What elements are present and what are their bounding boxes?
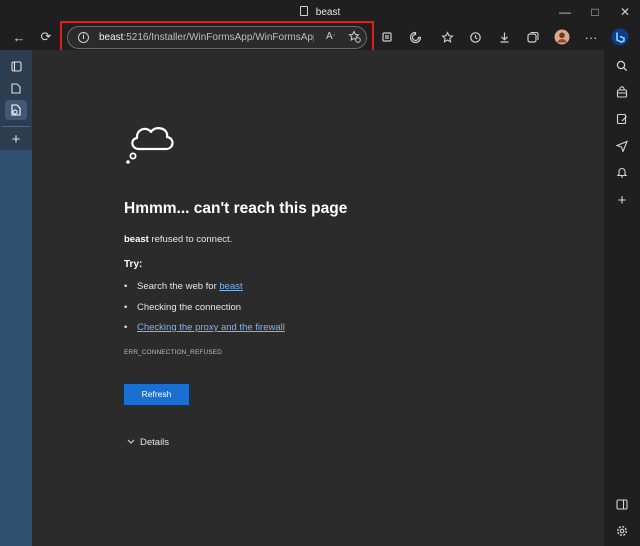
details-toggle[interactable]: Details [127, 437, 169, 448]
details-label: Details [140, 437, 170, 448]
tab-actions-icon[interactable] [5, 56, 27, 76]
proxy-firewall-link[interactable]: Checking the proxy and the firewall [137, 322, 285, 333]
url-host: beast [99, 32, 124, 43]
suggestion-proxy: • Checking the proxy and the firewall [124, 322, 285, 333]
refresh-button[interactable]: Refresh [124, 384, 189, 405]
vertical-tabs-rail: + [0, 50, 32, 546]
tab-page-icon[interactable] [5, 78, 27, 98]
page-icon [299, 6, 308, 16]
right-sidebar: + [604, 50, 640, 546]
suggestion-connection: • Checking the connection [124, 302, 241, 313]
add-favorite-icon[interactable] [348, 30, 361, 46]
bullet: • [124, 302, 128, 313]
error-host: beast [124, 234, 149, 245]
extensions-icon[interactable] [404, 26, 426, 48]
copilot-icon[interactable] [609, 26, 631, 48]
error-page: Hmmm... can't reach this page beast refu… [32, 50, 604, 546]
read-aloud-icon[interactable]: Aᐧ [326, 31, 335, 42]
tab-active-page-icon[interactable] [5, 100, 27, 120]
search-icon[interactable] [611, 56, 633, 76]
send-icon[interactable] [611, 136, 633, 156]
maximize-button[interactable]: □ [580, 0, 610, 24]
address-bar[interactable]: i beast:5216/Installer/WinFormsApp/WinFo… [67, 26, 367, 49]
url-text[interactable]: beast:5216/Installer/WinFormsApp/WinForm… [99, 32, 314, 43]
more-icon[interactable]: ··· [580, 26, 602, 48]
close-button[interactable]: ✕ [610, 0, 640, 24]
minimize-button[interactable]: — [550, 0, 580, 24]
profile-avatar[interactable] [551, 26, 573, 48]
url-path: :5216/Installer/WinFormsApp/WinFormsApp.… [123, 32, 314, 43]
favorites-icon[interactable] [436, 26, 458, 48]
shopping-icon[interactable] [611, 82, 633, 102]
search-web-link[interactable]: beast [219, 281, 242, 292]
notification-icon[interactable] [611, 162, 633, 182]
add-sidebar-app-button[interactable]: + [611, 190, 633, 210]
shield-icon[interactable] [376, 26, 398, 48]
chevron-down-icon [127, 437, 140, 448]
rail-divider [2, 126, 30, 127]
window-title-area: beast [0, 6, 640, 18]
bullet: • [124, 322, 128, 333]
settings-gear-icon[interactable] [611, 521, 633, 541]
collections-icon[interactable] [521, 26, 543, 48]
error-heading: Hmmm... can't reach this page [124, 200, 348, 217]
try-label: Try: [124, 259, 143, 270]
bullet: • [124, 281, 128, 292]
suggestion-search: • Search the web for beast [124, 281, 243, 292]
history-icon[interactable] [464, 26, 486, 48]
back-button[interactable]: ← [8, 26, 30, 48]
refresh-icon[interactable]: ⟳ [35, 26, 57, 48]
site-info-icon[interactable]: i [78, 32, 89, 43]
window-title: beast [315, 7, 341, 18]
error-message: beast refused to connect. [124, 234, 232, 245]
suggestion-connection-text: Checking the connection [137, 302, 242, 313]
edit-icon[interactable] [611, 109, 633, 129]
suggestion-search-text: Search the web for [137, 281, 220, 292]
thought-cloud-icon [125, 121, 175, 172]
error-code: ERR_CONNECTION_REFUSED [124, 349, 222, 356]
new-tab-button[interactable]: + [5, 129, 27, 149]
hide-sidebar-icon[interactable] [611, 494, 633, 514]
error-message-suffix: refused to connect. [148, 234, 233, 245]
downloads-icon[interactable] [493, 26, 515, 48]
